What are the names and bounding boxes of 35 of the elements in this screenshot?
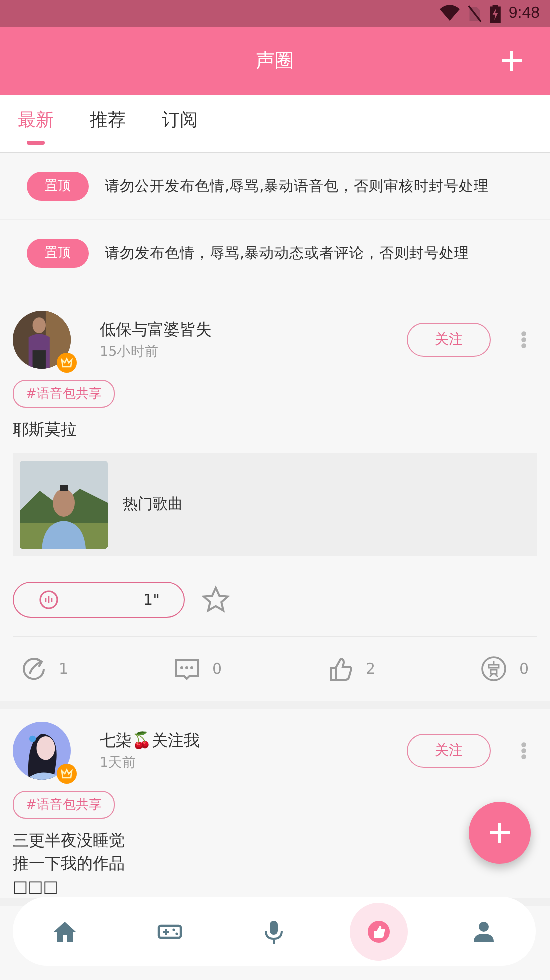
username[interactable]: 七柒🍒关注我 [100,730,407,752]
clock: 9:48 [508,4,540,22]
post-text: 三更半夜没睡觉 推一下我的作品 □□□ [13,830,125,898]
tab[interactable]: 最新 [18,102,54,144]
sound-wave-icon [39,590,59,610]
wifi-icon [440,5,460,22]
pinned-badge: 置顶 [27,172,89,200]
song-title: 热门歌曲 [123,495,183,514]
tab[interactable]: 推荐 [90,102,126,144]
plus-icon [488,821,512,845]
notice-text[interactable]: 请勿发布色情，辱骂,暴动动态或者评论，否则封号处理 [105,244,470,262]
thumbs-up-icon [366,918,392,944]
battery-charging-icon [490,4,501,22]
more-icon[interactable] [521,742,527,760]
screen-title: 声圈 [256,49,294,74]
post-time: 15小时前 [100,342,160,360]
share-button[interactable]: 1 [21,656,69,682]
like-button[interactable]: 2 [328,656,376,682]
notice-text[interactable]: 请勿公开发布色情,辱骂,暴动语音包，否则审核时封号处理 [105,176,490,196]
more-icon[interactable] [521,331,527,349]
topic-tag[interactable]: #语音包共享 [13,791,115,819]
pinned-badge: 置顶 [27,238,89,268]
no-sim-icon [468,4,482,22]
voice-player[interactable]: 1" [13,582,185,618]
follow-button[interactable]: 关注 [407,734,491,768]
topic-tag[interactable]: #语音包共享 [13,380,115,408]
star-button[interactable] [201,585,231,615]
follow-button[interactable]: 关注 [407,323,491,357]
add-button[interactable] [500,49,524,73]
username[interactable]: 低保与富婆皆失 [100,320,407,340]
post-text: 耶斯莫拉 [13,419,77,441]
post-time: 1天前 [100,754,138,772]
tab[interactable]: 订阅 [162,102,198,144]
comment-button[interactable]: 0 [174,656,222,682]
song-card[interactable]: 热门歌曲 [13,453,537,556]
